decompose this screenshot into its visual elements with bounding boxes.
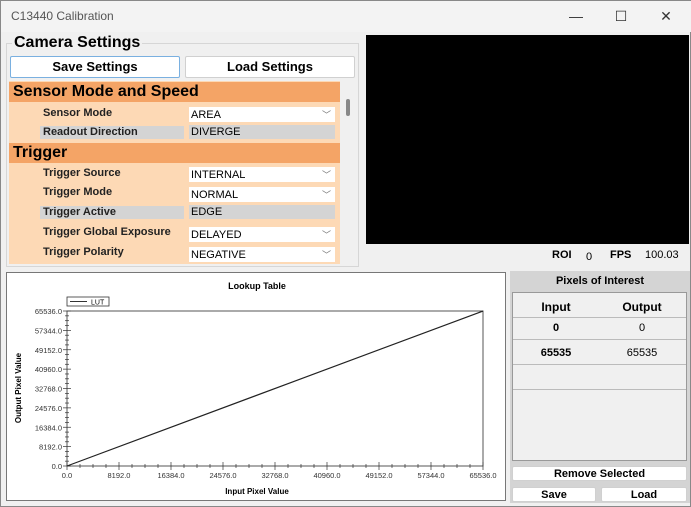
fps-label: FPS — [610, 249, 632, 261]
x-tick-label: 65536.0 — [469, 471, 496, 480]
lut-chart: Lookup Table Input Pixel Value Output Pi… — [6, 272, 506, 501]
pixels-table[interactable]: Input Output 0 0 65535 65535 — [512, 292, 687, 461]
chevron-down-icon: ﹀ — [321, 250, 331, 260]
select-value: DELAYED — [191, 229, 242, 241]
field-label: Trigger Source — [43, 167, 121, 179]
y-tick-label: 57344.0 — [35, 326, 62, 335]
window-title: C13440 Calibration — [11, 9, 114, 23]
x-tick-label: 0.0 — [62, 471, 72, 480]
chart-title: Lookup Table — [228, 281, 286, 291]
chevron-down-icon: ﹀ — [321, 190, 331, 200]
table-row[interactable]: 0 0 — [513, 315, 686, 340]
settings-panel: Sensor Mode and Speed Sensor Mode AREA ﹀ … — [9, 81, 340, 264]
chevron-down-icon: ﹀ — [321, 230, 331, 240]
x-axis-label: Input Pixel Value — [225, 487, 289, 496]
x-tick-label: 49152.0 — [365, 471, 392, 480]
select-value: AREA — [191, 109, 221, 121]
output-cell: 0 — [638, 322, 646, 334]
y-tick-label: 49152.0 — [35, 346, 62, 355]
x-tick-label: 8192.0 — [108, 471, 131, 480]
field-label: Trigger Mode — [43, 186, 113, 198]
load-button[interactable]: Load — [601, 487, 687, 502]
table-row[interactable]: 65535 65535 — [513, 340, 686, 365]
field-label: Trigger Global Exposure — [43, 226, 171, 238]
y-tick-label: 40960.0 — [35, 365, 62, 374]
x-tick-label: 40960.0 — [313, 471, 340, 480]
trigger-source-select[interactable]: INTERNAL ﹀ — [189, 167, 335, 182]
trigger-mode-select[interactable]: NORMAL ﹀ — [189, 187, 335, 202]
field-label: Trigger Polarity — [43, 246, 124, 258]
field-label: Sensor Mode — [43, 107, 113, 119]
close-button[interactable]: ✕ — [651, 5, 681, 27]
table-row-empty[interactable] — [513, 365, 686, 390]
legend-label: LUT — [91, 300, 105, 307]
section-sensor-mode: Sensor Mode and Speed — [9, 82, 340, 102]
y-tick-label: 65536.0 — [35, 307, 62, 316]
trigger-active-value: EDGE — [189, 205, 335, 219]
select-value: INTERNAL — [191, 169, 246, 181]
select-value: NEGATIVE — [191, 249, 246, 261]
trigger-global-exposure-select[interactable]: DELAYED ﹀ — [189, 227, 335, 242]
load-settings-button[interactable]: Load Settings — [185, 56, 355, 78]
y-tick-label: 24576.0 — [35, 404, 62, 413]
x-tick-label: 32768.0 — [261, 471, 288, 480]
output-cell: 65535 — [626, 347, 658, 359]
maximize-button[interactable]: ☐ — [606, 5, 636, 27]
roi-value: 0 — [586, 251, 593, 263]
trigger-polarity-select[interactable]: NEGATIVE ﹀ — [189, 247, 335, 262]
settings-scrollbar[interactable] — [346, 99, 350, 116]
readout-direction-value: DIVERGE — [189, 125, 335, 139]
input-cell: 0 — [552, 322, 560, 334]
x-tick-label: 24576.0 — [209, 471, 236, 480]
field-label: Readout Direction — [40, 126, 184, 139]
y-axis-label: Output Pixel Value — [14, 352, 23, 423]
y-tick-label: 8192.0 — [39, 443, 62, 452]
pixels-title: Pixels of Interest — [555, 275, 645, 287]
lut-chart-svg: Lookup Table Input Pixel Value Output Pi… — [14, 281, 497, 496]
y-tick-label: 0.0 — [52, 462, 62, 471]
chevron-down-icon: ﹀ — [321, 110, 331, 120]
roi-label: ROI — [552, 249, 572, 261]
lut-series-line — [66, 310, 484, 467]
camera-settings-title: Camera Settings — [12, 34, 143, 52]
minimize-button[interactable]: — — [561, 5, 591, 27]
header-output: Output — [622, 300, 662, 314]
y-tick-label: 16384.0 — [35, 423, 62, 432]
x-tick-label: 16384.0 — [157, 471, 184, 480]
sensor-mode-select[interactable]: AREA ﹀ — [189, 107, 335, 122]
field-label: Trigger Active — [40, 206, 184, 219]
fps-value: 100.03 — [645, 249, 679, 261]
save-settings-button[interactable]: Save Settings — [10, 56, 180, 78]
chevron-down-icon: ﹀ — [321, 170, 331, 180]
input-cell: 65535 — [540, 347, 572, 359]
section-trigger: Trigger — [9, 143, 340, 163]
remove-selected-button[interactable]: Remove Selected — [512, 466, 687, 481]
header-input: Input — [541, 300, 571, 314]
select-value: NORMAL — [191, 189, 239, 201]
save-button[interactable]: Save — [512, 487, 596, 502]
y-tick-label: 32768.0 — [35, 385, 62, 394]
camera-preview — [366, 35, 689, 244]
x-tick-label: 57344.0 — [417, 471, 444, 480]
